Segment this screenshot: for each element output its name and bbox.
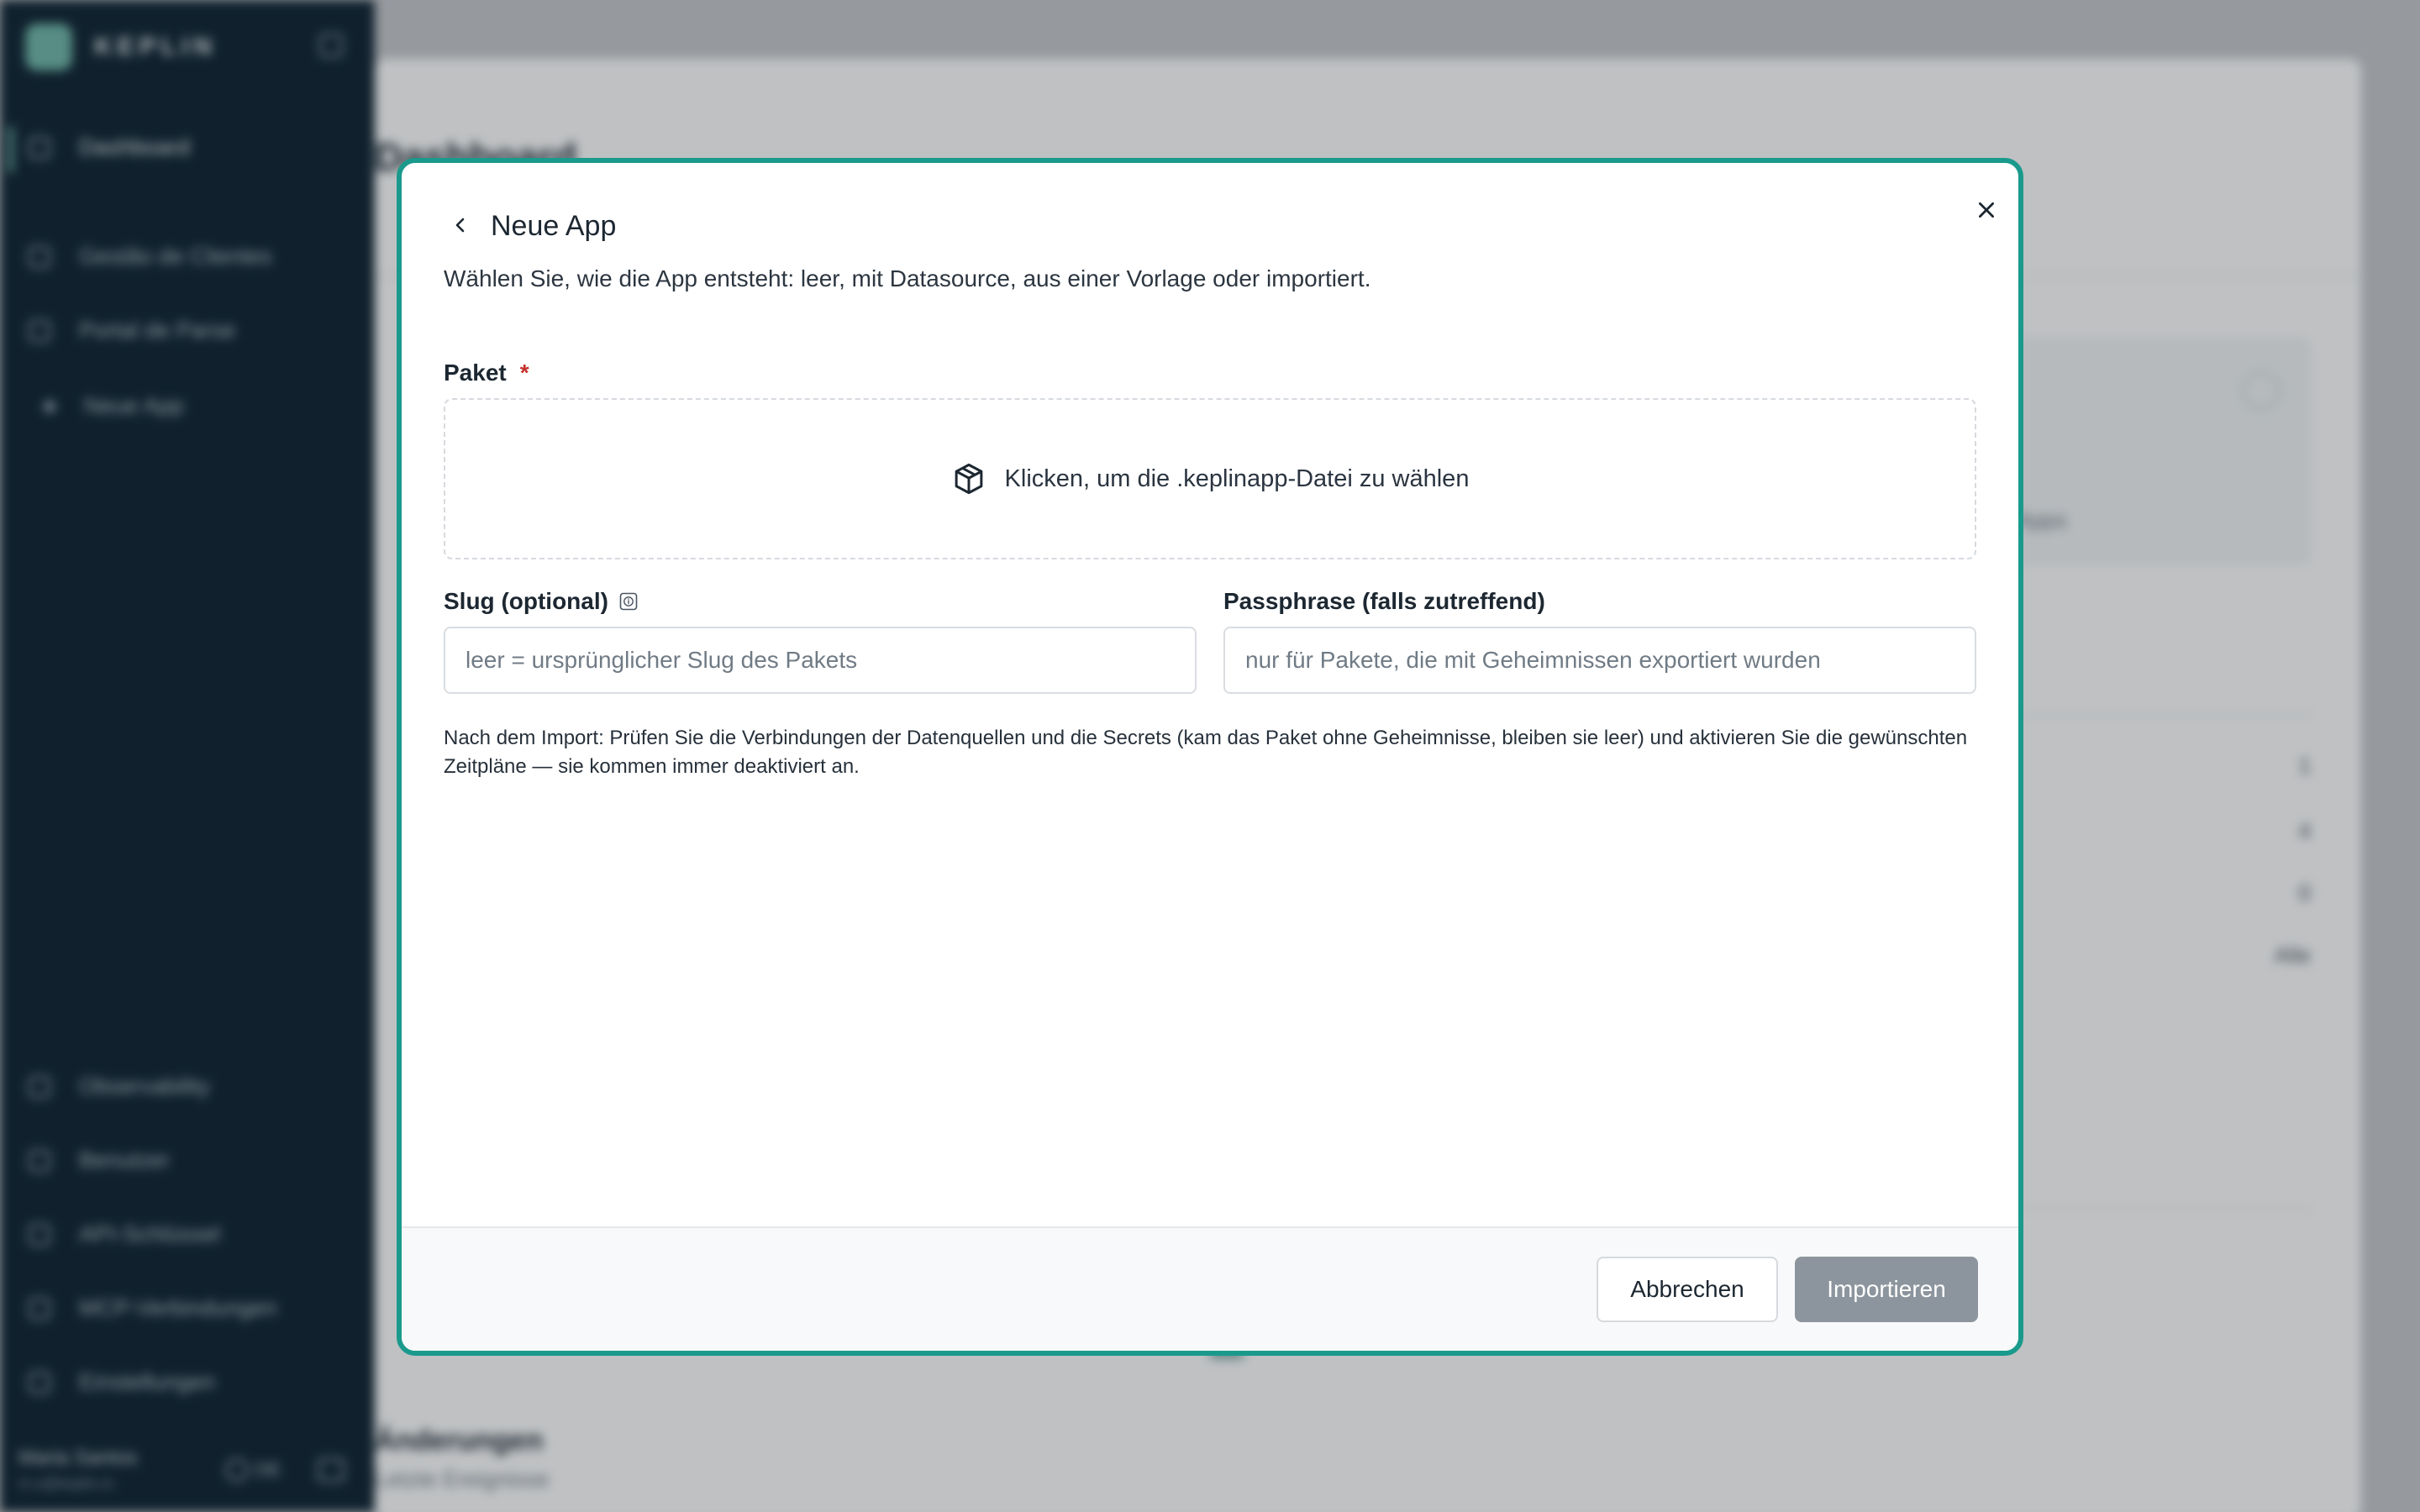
- passphrase-label-text: Passphrase (falls zutreffend): [1223, 588, 1545, 614]
- package-dropzone[interactable]: Klicken, um die .keplinapp-Datei zu wähl…: [444, 398, 1976, 559]
- package-box-icon: [955, 463, 982, 495]
- cancel-button[interactable]: Abbrechen: [1597, 1257, 1778, 1322]
- chevron-left-icon: [455, 218, 465, 233]
- dialog-footer: Abbrechen Importieren: [402, 1226, 2018, 1351]
- required-marker: *: [519, 360, 529, 386]
- slug-input[interactable]: [444, 627, 1197, 694]
- back-button[interactable]: [444, 208, 477, 242]
- import-button[interactable]: Importieren: [1795, 1257, 1978, 1322]
- new-app-dialog: Neue App Wählen Sie, wie die App entsteh…: [397, 158, 2023, 1356]
- dropzone-text: Klicken, um die .keplinapp-Datei zu wähl…: [1004, 465, 1470, 492]
- package-label: Paket *: [444, 360, 529, 386]
- close-button[interactable]: [1968, 192, 2005, 228]
- info-icon[interactable]: [618, 591, 639, 612]
- import-note: Nach dem Import: Prüfen Sie die Verbindu…: [444, 727, 1968, 778]
- slug-label-text: Slug (optional): [444, 588, 608, 614]
- passphrase-input[interactable]: [1223, 627, 1976, 694]
- slug-label: Slug (optional): [444, 588, 639, 615]
- passphrase-label: Passphrase (falls zutreffend): [1223, 588, 1545, 615]
- close-icon: [1979, 202, 1994, 218]
- dialog-description: Wählen Sie, wie die App entsteht: leer, …: [444, 265, 1371, 291]
- dialog-title: Neue App: [491, 210, 617, 242]
- package-label-text: Paket: [444, 360, 507, 386]
